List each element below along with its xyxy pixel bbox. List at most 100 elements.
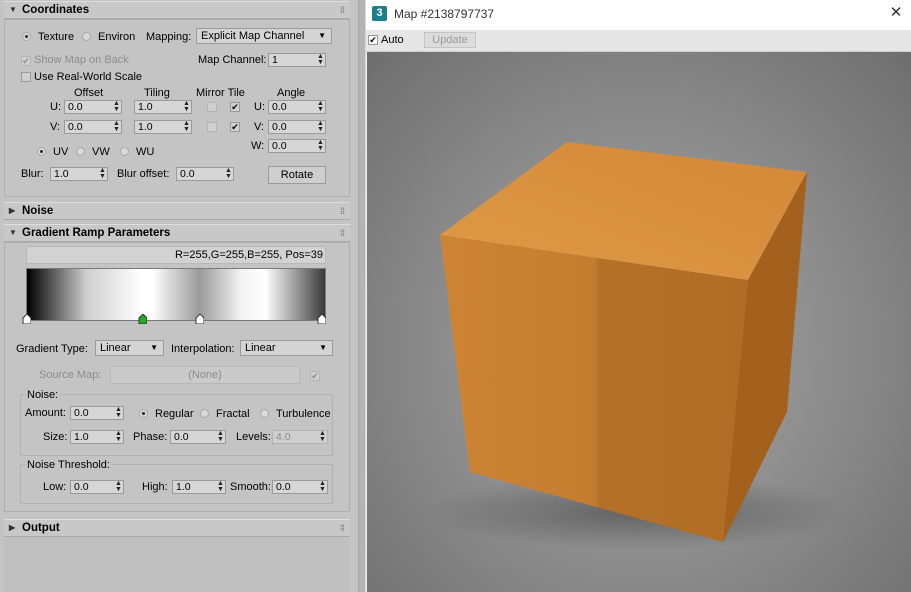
drag-grip-icon: ⁞⁞ — [340, 523, 345, 533]
spinner-arrows-icon[interactable]: ▲ ▼ — [217, 480, 224, 493]
map-channel-spinner[interactable]: 1 ▲ ▼ — [268, 53, 326, 67]
source-map-button[interactable]: (None) — [110, 366, 300, 384]
size-value: 1.0 — [74, 431, 89, 443]
size-spinner[interactable]: 1.0 ▲ ▼ — [70, 430, 124, 444]
spinner-arrows-icon[interactable]: ▲ ▼ — [317, 120, 324, 133]
uv-radio[interactable] — [37, 147, 46, 156]
high-value: 1.0 — [176, 481, 191, 493]
gradient-type-label: Gradient Type: — [16, 343, 88, 355]
gradient-flag-track[interactable] — [22, 314, 326, 328]
update-button[interactable]: Update — [424, 32, 476, 48]
angle-header: Angle — [277, 87, 306, 99]
texture-label: Texture — [38, 31, 75, 43]
mirror-v-checkbox[interactable] — [207, 122, 217, 132]
texture-radio[interactable] — [22, 32, 31, 41]
gradient-flag[interactable] — [195, 314, 204, 324]
drag-grip-icon: ⁞⁞ — [340, 206, 345, 216]
regular-radio[interactable] — [139, 409, 148, 418]
levels-value: 4.0 — [276, 431, 291, 443]
spinner-arrows-icon[interactable]: ▲ ▼ — [99, 167, 106, 180]
blur-value: 1.0 — [54, 168, 69, 180]
rollout-header-coordinates[interactable]: ▼ Coordinates ⁞⁞ — [4, 1, 350, 19]
uv-label: UV — [53, 146, 69, 158]
spinner-arrows-icon[interactable]: ▲ ▼ — [319, 430, 326, 443]
spinner-arrows-icon[interactable]: ▲ ▼ — [115, 430, 122, 443]
angle-v-spinner[interactable]: 0.0 ▲ ▼ — [268, 120, 326, 134]
spinner-arrows-icon[interactable]: ▲ ▼ — [317, 100, 324, 113]
smooth-spinner[interactable]: 0.0 ▲ ▼ — [272, 480, 328, 494]
noise-group-label: Noise: — [25, 388, 61, 402]
map-preview-window: 3 Map #2138797737 ✕ ✔ Auto Update — [366, 0, 911, 592]
rollout-header-output[interactable]: ▶ Output ⁞⁞ — [4, 519, 350, 537]
tiling-u-spinner[interactable]: 1.0 ▲ ▼ — [134, 100, 192, 114]
vw-radio[interactable] — [76, 147, 85, 156]
collapse-arrow-icon: ▼ — [9, 5, 17, 14]
spinner-arrows-icon[interactable]: ▲ ▼ — [319, 480, 326, 493]
source-map-checkbox[interactable]: ✔ — [310, 371, 320, 381]
show-map-on-back-checkbox[interactable]: ✔ — [21, 56, 31, 66]
angle-u-value: 0.0 — [272, 101, 287, 113]
angle-w-spinner[interactable]: 0.0 ▲ ▼ — [268, 139, 326, 153]
render-preview — [367, 52, 911, 592]
gradient-flag[interactable] — [22, 314, 31, 324]
tiling-v-spinner[interactable]: 1.0 ▲ ▼ — [134, 120, 192, 134]
close-icon[interactable]: ✕ — [886, 3, 906, 23]
rotate-button[interactable]: Rotate — [268, 166, 326, 184]
phase-spinner[interactable]: 0.0 ▲ ▼ — [170, 430, 226, 444]
rollout-title: Output — [22, 522, 60, 534]
blur-offset-spinner[interactable]: 0.0 ▲ ▼ — [176, 167, 234, 181]
spinner-arrows-icon[interactable]: ▲ ▼ — [217, 430, 224, 443]
chevron-down-icon: ▼ — [318, 31, 326, 40]
spinner-arrows-icon[interactable]: ▲ ▼ — [183, 100, 190, 113]
smooth-value: 0.0 — [276, 481, 291, 493]
spinner-arrows-icon[interactable]: ▲ ▼ — [317, 53, 324, 66]
wu-radio[interactable] — [120, 147, 129, 156]
interpolation-value: Linear — [245, 342, 276, 354]
interpolation-dropdown[interactable]: Linear ▼ — [240, 340, 333, 356]
noise-threshold-group-label: Noise Threshold: — [25, 458, 112, 472]
regular-label: Regular — [155, 408, 194, 420]
angle-u-spinner[interactable]: 0.0 ▲ ▼ — [268, 100, 326, 114]
mapping-dropdown[interactable]: Explicit Map Channel ▼ — [196, 28, 332, 44]
offset-header: Offset — [74, 87, 104, 99]
gradient-type-dropdown[interactable]: Linear ▼ — [95, 340, 164, 356]
offset-u-spinner[interactable]: 0.0 ▲ ▼ — [64, 100, 122, 114]
show-map-on-back-label: Show Map on Back — [34, 54, 129, 66]
levels-spinner[interactable]: 4.0 ▲ ▼ — [272, 430, 328, 444]
blur-spinner[interactable]: 1.0 ▲ ▼ — [50, 167, 108, 181]
blur-offset-label: Blur offset: — [117, 168, 170, 180]
amount-spinner[interactable]: 0.0 ▲ ▼ — [70, 406, 124, 420]
environ-radio[interactable] — [82, 32, 91, 41]
spinner-arrows-icon[interactable]: ▲ ▼ — [317, 139, 324, 152]
amount-label: Amount: — [25, 407, 66, 419]
panel-empty-area — [4, 537, 350, 592]
smooth-label: Smooth: — [230, 481, 271, 493]
real-world-scale-label: Use Real-World Scale — [34, 71, 143, 83]
spinner-arrows-icon[interactable]: ▲ ▼ — [225, 167, 232, 180]
gradient-flag[interactable] — [138, 314, 147, 324]
low-spinner[interactable]: 0.0 ▲ ▼ — [70, 480, 124, 494]
spinner-arrows-icon[interactable]: ▲ ▼ — [115, 406, 122, 419]
fractal-radio[interactable] — [200, 409, 209, 418]
auto-checkbox[interactable]: ✔ — [368, 35, 378, 45]
offset-u-label: U: — [50, 101, 61, 113]
offset-v-spinner[interactable]: 0.0 ▲ ▼ — [64, 120, 122, 134]
spinner-arrows-icon[interactable]: ▲ ▼ — [115, 480, 122, 493]
mirror-u-checkbox[interactable] — [207, 102, 217, 112]
tile-u-checkbox[interactable]: ✔ — [230, 102, 240, 112]
spinner-arrows-icon[interactable]: ▲ ▼ — [183, 120, 190, 133]
turbulence-label: Turbulence — [276, 408, 331, 420]
window-title-bar[interactable]: 3 Map #2138797737 ✕ — [366, 0, 911, 30]
rollout-header-noise[interactable]: ▶ Noise ⁞⁞ — [4, 202, 350, 220]
turbulence-radio[interactable] — [260, 409, 269, 418]
panel-splitter[interactable] — [358, 0, 366, 592]
drag-grip-icon: ⁞⁞ — [340, 5, 345, 15]
spinner-arrows-icon[interactable]: ▲ ▼ — [113, 100, 120, 113]
high-spinner[interactable]: 1.0 ▲ ▼ — [172, 480, 226, 494]
rollout-header-gradient-ramp[interactable]: ▼ Gradient Ramp Parameters ⁞⁞ — [4, 224, 350, 242]
vw-label: VW — [92, 146, 110, 158]
spinner-arrows-icon[interactable]: ▲ ▼ — [113, 120, 120, 133]
real-world-scale-checkbox[interactable] — [21, 72, 31, 82]
gradient-flag[interactable] — [317, 314, 326, 324]
tile-v-checkbox[interactable]: ✔ — [230, 122, 240, 132]
